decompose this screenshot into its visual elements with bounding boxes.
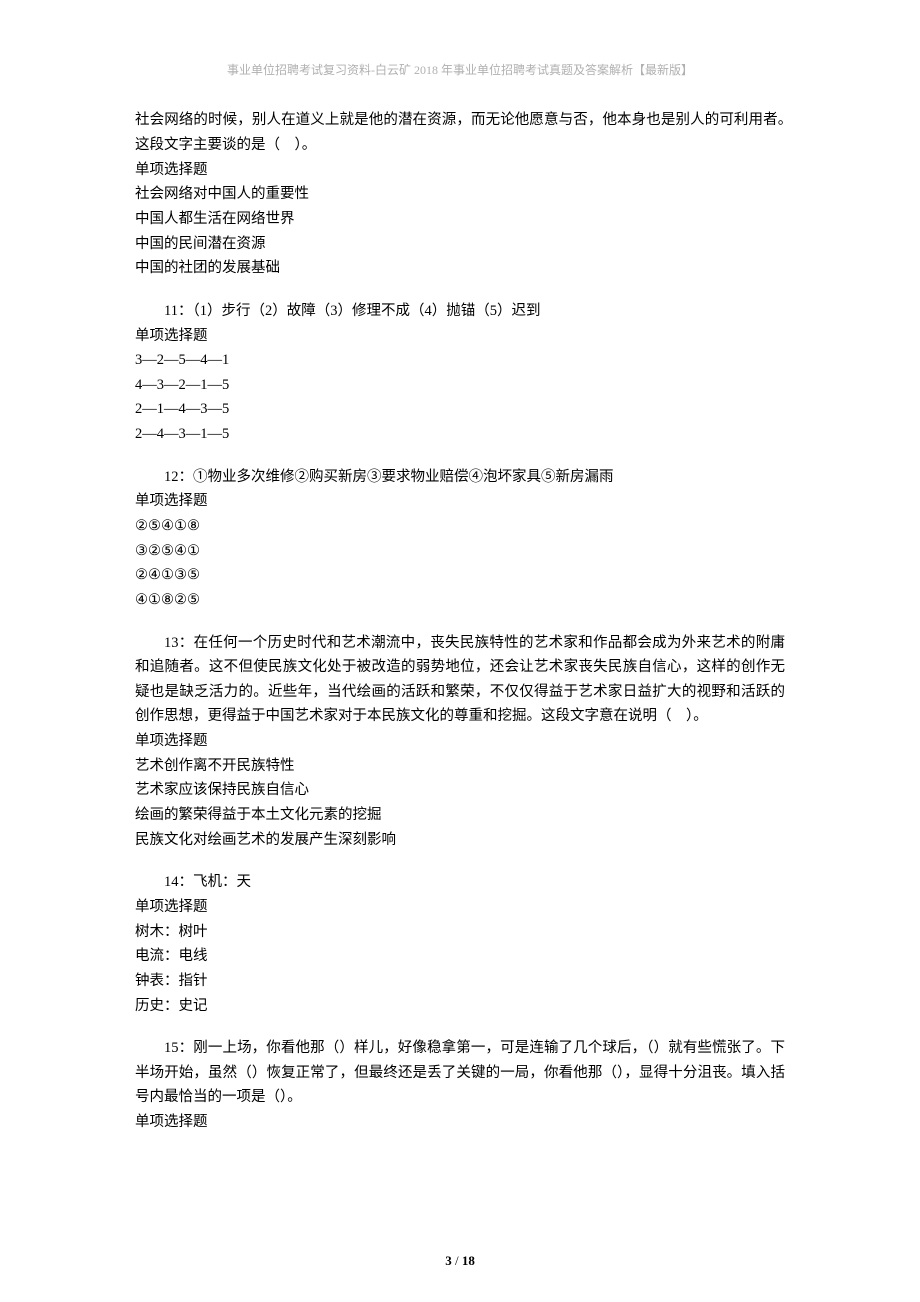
- option-d: 中国的社团的发展基础: [135, 256, 785, 281]
- option-b: 电流：电线: [135, 944, 785, 969]
- option-b: 中国人都生活在网络世界: [135, 207, 785, 232]
- option-d: ④①⑧②⑤: [135, 588, 785, 613]
- option-b: 艺术家应该保持民族自信心: [135, 778, 785, 803]
- document-page: 事业单位招聘考试复习资料-白云矿 2018 年事业单位招聘考试真题及答案解析【最…: [0, 0, 920, 1302]
- question-14: 14：飞机：天 单项选择题 树木：树叶 电流：电线 钟表：指针 历史：史记: [135, 870, 785, 1018]
- question-13: 13：在任何一个历史时代和艺术潮流中，丧失民族特性的艺术家和作品都会成为外来艺术…: [135, 631, 785, 853]
- option-d: 历史：史记: [135, 994, 785, 1019]
- option-a: ②⑤④①⑧: [135, 514, 785, 539]
- question-12: 12：①物业多次维修②购买新房③要求物业赔偿④泡坏家具⑤新房漏雨 单项选择题 ②…: [135, 465, 785, 613]
- question-15: 15：刚一上场，你看他那（）样儿，好像稳拿第一，可是连输了几个球后，（）就有些慌…: [135, 1036, 785, 1135]
- option-c: 绘画的繁荣得益于本土文化元素的挖掘: [135, 803, 785, 828]
- page-footer: 3 / 18: [0, 1250, 920, 1272]
- question-stem: 12：①物业多次维修②购买新房③要求物业赔偿④泡坏家具⑤新房漏雨: [135, 465, 785, 490]
- question-11: 11：（1）步行（2）故障（3）修理不成（4）抛锚（5）迟到 单项选择题 3—2…: [135, 299, 785, 447]
- question-stem: 14：飞机：天: [135, 870, 785, 895]
- question-type: 单项选择题: [135, 489, 785, 514]
- option-a: 社会网络对中国人的重要性: [135, 182, 785, 207]
- question-type: 单项选择题: [135, 895, 785, 920]
- question-type: 单项选择题: [135, 158, 785, 183]
- page-content: 社会网络的时候，别人在道义上就是他的潜在资源，而无论他愿意与否，他本身也是别人的…: [135, 108, 785, 1134]
- option-b: 4—3—2—1—5: [135, 373, 785, 398]
- question-type: 单项选择题: [135, 324, 785, 349]
- page-total: 18: [462, 1253, 475, 1268]
- option-c: 钟表：指针: [135, 969, 785, 994]
- option-c: 2—1—4—3—5: [135, 397, 785, 422]
- option-c: ②④①③⑤: [135, 563, 785, 588]
- option-c: 中国的民间潜在资源: [135, 232, 785, 257]
- question-type: 单项选择题: [135, 1110, 785, 1135]
- page-separator: /: [452, 1253, 462, 1268]
- option-a: 3—2—5—4—1: [135, 348, 785, 373]
- question-stem-tail: 社会网络的时候，别人在道义上就是他的潜在资源，而无论他愿意与否，他本身也是别人的…: [135, 108, 785, 157]
- option-d: 民族文化对绘画艺术的发展产生深刻影响: [135, 828, 785, 853]
- question-stem: 13：在任何一个历史时代和艺术潮流中，丧失民族特性的艺术家和作品都会成为外来艺术…: [135, 631, 785, 730]
- question-10-tail: 社会网络的时候，别人在道义上就是他的潜在资源，而无论他愿意与否，他本身也是别人的…: [135, 108, 785, 280]
- option-d: 2—4—3—1—5: [135, 422, 785, 447]
- option-a: 艺术创作离不开民族特性: [135, 754, 785, 779]
- page-header: 事业单位招聘考试复习资料-白云矿 2018 年事业单位招聘考试真题及答案解析【最…: [135, 60, 785, 80]
- question-stem: 11：（1）步行（2）故障（3）修理不成（4）抛锚（5）迟到: [135, 299, 785, 324]
- question-stem: 15：刚一上场，你看他那（）样儿，好像稳拿第一，可是连输了几个球后，（）就有些慌…: [135, 1036, 785, 1110]
- option-a: 树木：树叶: [135, 920, 785, 945]
- question-type: 单项选择题: [135, 729, 785, 754]
- option-b: ③②⑤④①: [135, 539, 785, 564]
